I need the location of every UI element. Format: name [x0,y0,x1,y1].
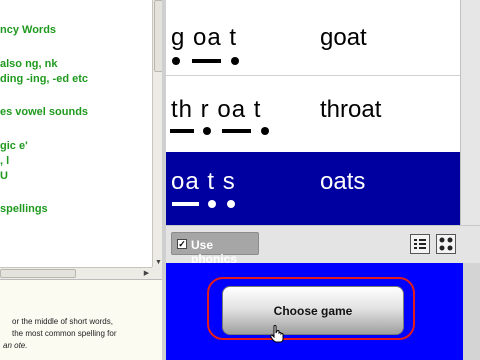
use-phonics-label: Use phonics [191,238,238,266]
sidebar-item-frequency-words[interactable]: ncy Words [0,24,56,36]
sidebar-item-u[interactable]: U [0,170,8,182]
sidebar-item-magic-e[interactable]: gic e' [0,140,28,152]
word-row-goat[interactable]: g oa t goat [166,0,460,75]
phoneme-dot [203,127,211,135]
word-row-oats[interactable]: oa t s oats [166,152,460,225]
scrollbar-thumb[interactable] [0,269,76,278]
list-view-icon [414,239,426,249]
sidebar-list: ncy Words also ng, nk ding -ing, -ed etc… [0,0,152,267]
word-text: throat [320,96,382,123]
checkbox-checked-icon[interactable]: ✓ [177,239,187,249]
info-text-line: an ote. [3,341,28,350]
sidebar-item-ng-nk[interactable]: also ng, nk [0,58,57,70]
grid-view-button[interactable] [436,234,456,254]
phonics-breakdown: oa t s [171,168,236,195]
sidebar-item-spellings[interactable]: spellings [0,203,48,215]
sidebar-item-endings[interactable]: ding -ing, -ed etc [0,73,88,85]
info-pane: or the middle of short words, the most c… [0,279,162,360]
list-view-button[interactable] [410,234,430,254]
phoneme-dot [227,200,235,208]
app-window: ncy Words also ng, nk ding -ing, -ed etc… [0,0,480,360]
phoneme-bar [170,129,194,133]
word-list: g oa t goat th r oa t throat oa t s oats [166,0,460,225]
info-text-line: or the middle of short words, [12,317,113,326]
hand-cursor-icon [270,325,284,343]
controls-bar: ✓ Use phonics [166,225,480,266]
grid-view-icon [439,237,453,251]
scroll-right-arrow-icon[interactable]: ▶ [141,268,152,279]
phoneme-bar [192,59,221,63]
info-text-line: the most common spelling for [12,329,117,338]
phoneme-bar [172,202,199,206]
use-phonics-toggle[interactable]: ✓ Use phonics [171,232,259,266]
word-list-scrollbar[interactable] [460,0,480,225]
phoneme-dot [172,57,180,65]
word-row-throat[interactable]: th r oa t throat [166,76,460,152]
word-text: goat [320,24,367,51]
phoneme-dot [261,127,269,135]
word-text: oats [320,168,366,195]
window-edge [463,263,480,360]
phoneme-dot [208,200,216,208]
phonics-breakdown: th r oa t [171,96,262,123]
choose-game-label: Choose game [273,304,353,318]
phoneme-bar [222,129,251,133]
phonics-breakdown: g oa t [171,24,238,51]
choose-game-button[interactable]: Choose game [222,286,404,335]
sidebar-item-vowel-sounds[interactable]: es vowel sounds [0,106,88,118]
phoneme-dot [231,57,239,65]
sidebar-item-l[interactable]: , l [0,155,9,167]
sidebar-horizontal-scrollbar[interactable]: ▶ [0,267,152,279]
